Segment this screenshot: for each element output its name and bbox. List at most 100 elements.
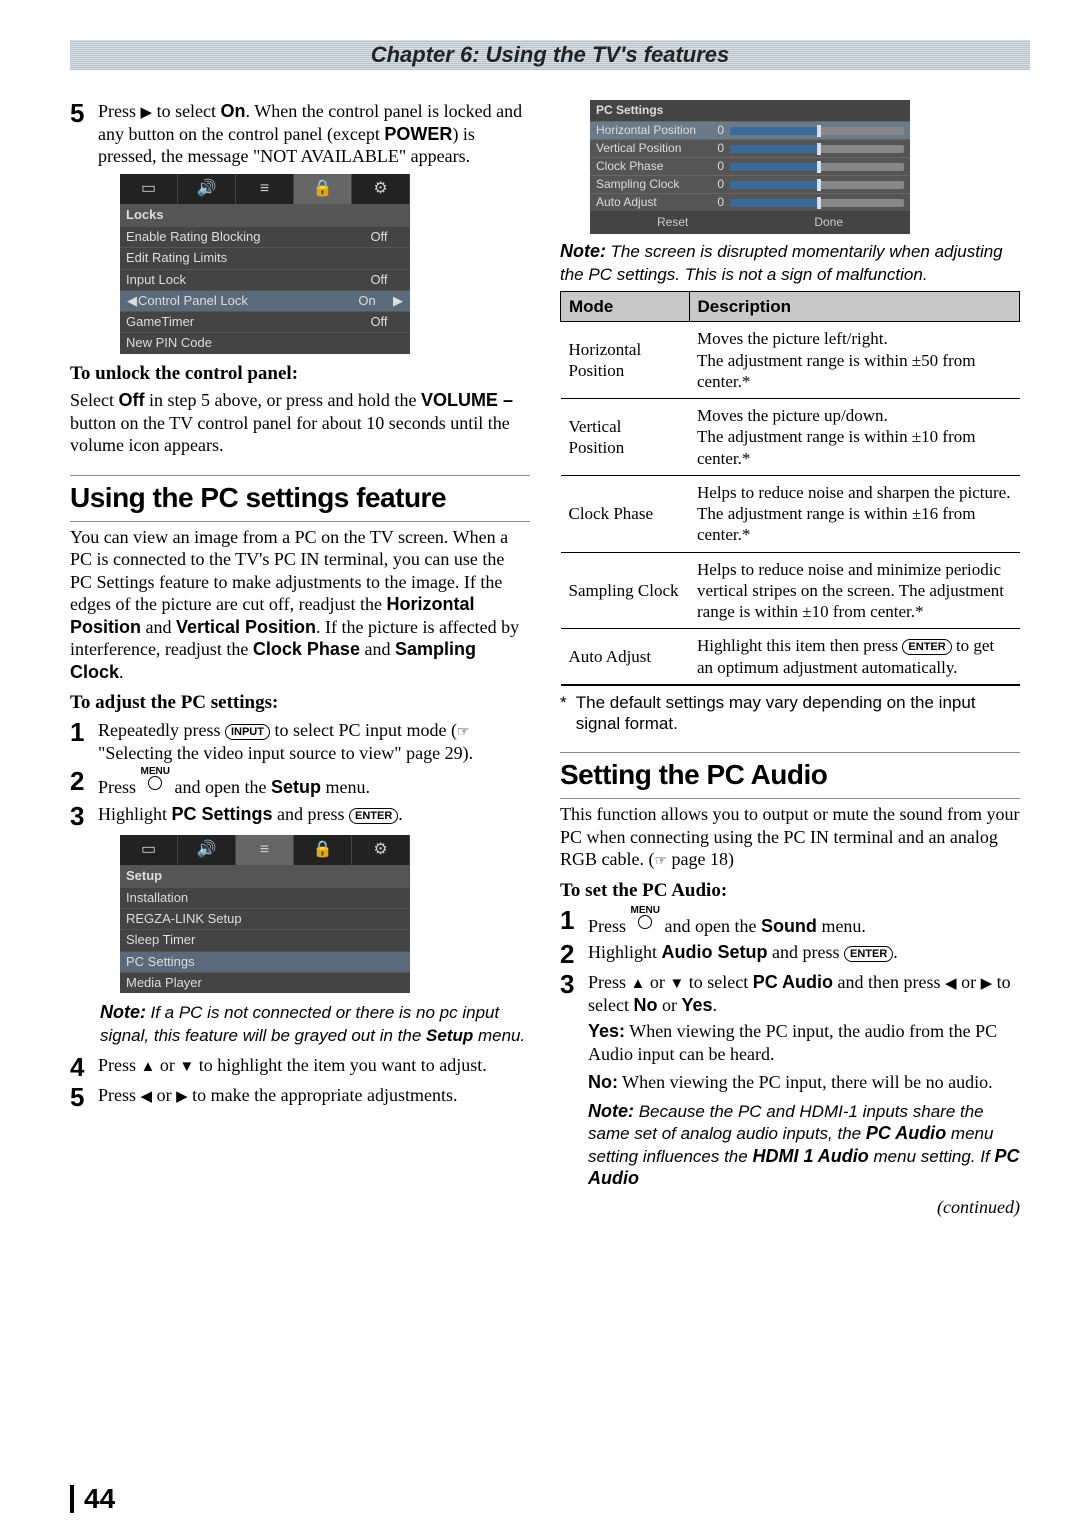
note-text: menu.: [473, 1026, 525, 1045]
table-row: Auto Adjust Highlight this item then pre…: [561, 629, 1020, 685]
menu-row: Installation: [120, 887, 410, 908]
step-number: 2: [560, 941, 588, 967]
text: or: [645, 972, 669, 992]
note-text: The screen is disrupted momentarily when…: [560, 242, 1003, 284]
mode-cell: Vertical Position: [561, 399, 690, 476]
row-value: 0: [712, 195, 724, 210]
footnote-text: The default settings may vary depending …: [576, 692, 1020, 735]
slider-row: Clock Phase0: [590, 157, 910, 175]
yes-label: Yes: [681, 995, 712, 1015]
table-header-row: Mode Description: [561, 292, 1020, 322]
text: to select: [684, 972, 752, 992]
row-label: Sampling Clock: [596, 177, 706, 192]
row-value: Off: [354, 272, 404, 288]
text: menu.: [321, 777, 370, 797]
text: .: [893, 942, 898, 962]
row-label: Auto Adjust: [596, 195, 706, 210]
done-button-label: Done: [814, 215, 843, 230]
row-label: GameTimer: [126, 314, 354, 330]
row-value: 0: [712, 123, 724, 138]
yes-paragraph: Yes: When viewing the PC input, the audi…: [588, 1020, 1020, 1065]
text: in step 5 above, or press and hold the: [144, 390, 420, 410]
table-row: Clock PhaseHelps to reduce noise and sha…: [561, 475, 1020, 552]
row-label: New PIN Code: [126, 335, 404, 351]
row-label: Vertical Position: [596, 141, 706, 156]
left-arrow-icon: ◀: [945, 976, 957, 992]
audio-setup-label: Audio Setup: [662, 942, 768, 962]
enter-key-icon: ENTER: [902, 639, 951, 655]
vp-label: Vertical Position: [176, 617, 316, 637]
text: Highlight: [588, 942, 662, 962]
step-number: 5: [70, 1084, 98, 1110]
menu-row-selected: PC Settings: [120, 951, 410, 972]
section-pc-settings: Using the PC settings feature: [70, 475, 530, 522]
slider-bar: [730, 181, 904, 189]
yes-label: Yes:: [588, 1021, 625, 1041]
audio-step-1: 1 Press MENU and open the Sound menu.: [560, 907, 1020, 938]
right-column: PC Settings Horizontal Position0 Vertica…: [560, 100, 1020, 1224]
menu-row: New PIN Code: [120, 332, 410, 353]
text: This function allows you to output or mu…: [560, 804, 1019, 869]
row-value: Off: [354, 314, 404, 330]
yes-no-block: Yes: When viewing the PC input, the audi…: [560, 1020, 1020, 1190]
no-label: No: [633, 995, 657, 1015]
row-value: 0: [712, 159, 724, 174]
power-label: POWER: [384, 124, 452, 144]
pc-settings-paragraph: You can view an image from a PC on the T…: [70, 526, 530, 684]
step-body: Press ▶ to select On. When the control p…: [98, 100, 530, 168]
text: menu.: [817, 916, 866, 936]
text: and: [360, 639, 395, 659]
step-number: 1: [70, 719, 98, 745]
slider-bar: [730, 199, 904, 207]
step-body: Press ◀ or ▶ to make the appropriate adj…: [98, 1084, 530, 1107]
menu-button-icon: MENU: [631, 907, 660, 929]
cp-label: Clock Phase: [253, 639, 360, 659]
text: Repeatedly press: [98, 720, 225, 740]
text: .: [713, 995, 718, 1015]
modes-table: Mode Description Horizontal PositionMove…: [560, 291, 1020, 686]
menu-row: Media Player: [120, 972, 410, 993]
hdmi1-audio-label: HDMI 1 Audio: [752, 1146, 868, 1166]
pc-settings-screenshot: PC Settings Horizontal Position0 Vertica…: [590, 100, 910, 234]
mode-cell: Auto Adjust: [561, 629, 690, 685]
text: .: [398, 804, 403, 824]
menu-row-selected: ◀Control Panel LockOn▶: [120, 290, 410, 311]
settings-icon: ⚙: [352, 835, 410, 865]
off-label: Off: [118, 390, 144, 410]
step-5: 5 Press ▶ to select On. When the control…: [70, 100, 530, 168]
right-arrow-icon: ▶: [176, 1089, 188, 1105]
button-row: Reset Done: [590, 211, 910, 234]
note-block: Note: If a PC is not connected or there …: [70, 1001, 530, 1046]
pc-settings-label: PC Settings: [172, 804, 273, 824]
unlock-paragraph: Select Off in step 5 above, or press and…: [70, 389, 530, 457]
slider-bar: [730, 127, 904, 135]
row-label: PC Settings: [126, 954, 404, 970]
manual-page: Chapter 6: Using the TV's features 5 Pre…: [0, 0, 1080, 1533]
setup-icon: ≡: [236, 835, 294, 865]
up-arrow-icon: ▲: [631, 976, 646, 992]
menu-row: Edit Rating Limits: [120, 247, 410, 268]
slider-row-selected: Horizontal Position0: [590, 121, 910, 139]
mode-cell: Horizontal Position: [561, 322, 690, 399]
footnote: * The default settings may vary dependin…: [560, 692, 1020, 735]
text: and press: [273, 804, 349, 824]
step-number: 5: [70, 100, 98, 126]
text: or: [155, 1055, 179, 1075]
right-arrow-icon: ▶: [392, 293, 404, 309]
unlock-heading: To unlock the control panel:: [70, 362, 530, 386]
asterisk-icon: *: [560, 692, 576, 735]
row-value: 0: [712, 177, 724, 192]
row-label: Input Lock: [126, 272, 354, 288]
locks-menu-screenshot: ▭ 🔊 ≡ 🔒 ⚙ Locks Enable Rating BlockingOf…: [120, 174, 410, 354]
down-arrow-icon: ▼: [669, 976, 684, 992]
desc-cell: Highlight this item then press ENTER to …: [689, 629, 1019, 685]
text: "Selecting the video input source to vie…: [98, 743, 473, 763]
row-label: Control Panel Lock: [138, 293, 342, 309]
setup-label: Setup: [426, 1026, 473, 1045]
slider-bar: [730, 163, 904, 171]
text: or: [957, 972, 981, 992]
step-body: Press MENU and open the Setup menu.: [98, 768, 530, 799]
text: Press: [98, 101, 141, 121]
audio-step-3: 3 Press ▲ or ▼ to select PC Audio and th…: [560, 971, 1020, 1016]
desc-cell: Moves the picture up/down. The adjustmen…: [689, 399, 1019, 476]
